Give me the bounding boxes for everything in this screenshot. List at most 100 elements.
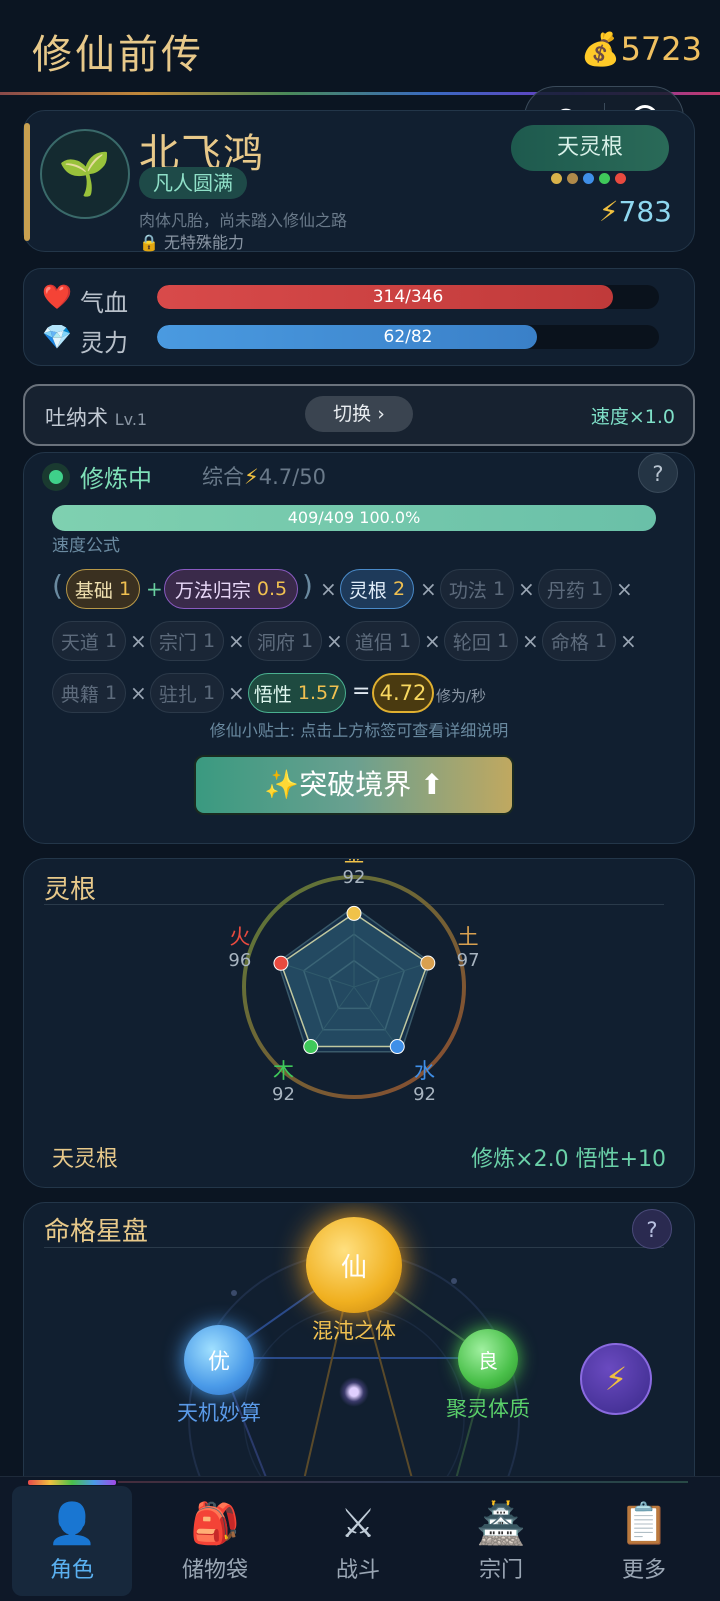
term-mingge[interactable]: 命格 1 xyxy=(542,621,616,661)
technique-title: 吐纳术 xyxy=(45,406,108,430)
formula-times: × xyxy=(320,577,337,601)
term-wanfa[interactable]: 万法归宗 0.5 xyxy=(164,569,298,609)
nav-sect-label: 宗门 xyxy=(478,1558,523,1583)
term-daolv[interactable]: 道侣 1 xyxy=(346,621,420,661)
nav-storage-label: 储物袋 xyxy=(181,1558,248,1583)
cultivation-progress-bar: 409/409 100.0% xyxy=(52,505,656,531)
coin-display: 💰5723 xyxy=(581,30,702,68)
lightning-icon: ⚡ xyxy=(244,465,259,489)
term-linggen[interactable]: 灵根 2 xyxy=(340,569,414,609)
destiny-node-xian-label: 混沌之体 xyxy=(312,1319,396,1343)
spirit-root-type: 天灵根 xyxy=(52,1147,119,1172)
profile-description: 肉体凡胎，尚未踏入修仙之路 xyxy=(139,211,348,230)
you-glyph: 优 xyxy=(207,1350,230,1375)
term-tiandao[interactable]: 天道 1 xyxy=(52,621,126,661)
status-indicator xyxy=(42,463,70,491)
term-wuxing[interactable]: 悟性 1.57 xyxy=(248,673,346,713)
term-danyao[interactable]: 丹药 1 xyxy=(538,569,612,609)
hp-bar: 314/346 xyxy=(157,285,659,309)
radar-element-value: 97 xyxy=(457,950,480,971)
technique-switch-button[interactable]: 切换 › xyxy=(305,396,413,432)
radar-element-label: 水 xyxy=(414,1059,435,1083)
radar-element-value: 92 xyxy=(343,867,366,888)
avatar[interactable]: 🌱 xyxy=(40,129,130,219)
lightning-icon: ⚡ xyxy=(598,195,619,228)
destiny-node-liang[interactable]: 良 xyxy=(458,1329,518,1389)
radar-element-label: 金 xyxy=(344,859,365,866)
money-bag-icon: 💰 xyxy=(580,30,621,68)
backpack-icon: 🎒 xyxy=(190,1501,240,1547)
center-star xyxy=(339,1377,369,1407)
mp-label: 灵力 xyxy=(80,329,128,357)
castle-icon: 🏯 xyxy=(476,1501,526,1547)
crossed-swords-icon: ⚔ xyxy=(340,1501,376,1547)
clipboard-icon: 📋 xyxy=(619,1501,669,1547)
nav-character[interactable]: 👤 角色 xyxy=(12,1486,132,1596)
user-icon: 👤 xyxy=(47,1501,97,1547)
term-zongmen[interactable]: 宗门 1 xyxy=(150,621,224,661)
formula-times: × xyxy=(326,629,343,653)
cultivation-help-button[interactable]: ? xyxy=(638,453,678,493)
nav-character-label: 角色 xyxy=(49,1558,94,1583)
formula-open-paren: ( xyxy=(52,569,63,602)
radar-element-label: 土 xyxy=(458,925,479,949)
root-dot xyxy=(599,173,610,184)
hp-text: 314/346 xyxy=(372,287,444,307)
destiny-node-liang-label: 聚灵体质 xyxy=(446,1397,530,1421)
root-element-dots xyxy=(551,173,626,185)
nav-battle[interactable]: ⚔ 战斗 xyxy=(298,1486,418,1596)
formula-close-paren: ) xyxy=(302,569,313,602)
formula-times: × xyxy=(522,629,539,653)
ability-line: 🔒 无特殊能力 xyxy=(139,229,244,253)
app-title: 修仙前传 xyxy=(32,32,204,78)
sprout-icon: 🌱 xyxy=(58,149,112,198)
spirit-root-badge[interactable]: 天灵根 xyxy=(511,125,669,171)
radar-point-2 xyxy=(389,1039,405,1055)
realm-badge[interactable]: 凡人圆满 xyxy=(139,167,247,199)
term-dongfu[interactable]: 洞府 1 xyxy=(248,621,322,661)
power-value: 783 xyxy=(618,195,672,228)
profile-accent-bar xyxy=(24,123,30,241)
radar-element-value: 96 xyxy=(228,950,251,971)
formula-times: × xyxy=(130,681,147,705)
formula-times: × xyxy=(620,629,637,653)
hp-label: 气血 xyxy=(80,289,128,317)
radar-element-label: 火 xyxy=(229,925,250,949)
spirit-root-radar: 金92土97水92木92火96 xyxy=(228,859,480,1105)
formula-times: × xyxy=(518,577,535,601)
term-dianji[interactable]: 典籍 1 xyxy=(52,673,126,713)
formula-result[interactable]: 4.72 xyxy=(372,673,434,713)
nav-more[interactable]: 📋 更多 xyxy=(584,1486,704,1596)
breakthrough-button[interactable]: ✨突破境界 ⬆ xyxy=(196,757,512,813)
formula-times: × xyxy=(130,629,147,653)
term-base[interactable]: 基础 1 xyxy=(66,569,140,609)
radar-element-value: 92 xyxy=(413,1084,436,1105)
nav-storage[interactable]: 🎒 储物袋 xyxy=(155,1486,275,1596)
destiny-card: 命格星盘 ? 仙 混沌之体 优 天机妙算 良 聚灵体质 ⚡ xyxy=(23,1202,695,1522)
radar-point-0 xyxy=(346,905,362,921)
destiny-node-you[interactable]: 优 xyxy=(184,1325,254,1395)
term-lunhui[interactable]: 轮回 1 xyxy=(444,621,518,661)
profile-card: 🌱 北飞鸿 凡人圆满 肉体凡胎，尚未踏入修仙之路 🔒 无特殊能力 天灵根 ⚡78… xyxy=(23,110,695,252)
radar-point-1 xyxy=(420,955,436,971)
term-zhuzha[interactable]: 驻扎 1 xyxy=(150,673,224,713)
radar-point-4 xyxy=(273,955,289,971)
mp-text: 62/82 xyxy=(383,327,433,347)
technique-speed: 速度×1.0 xyxy=(590,406,675,428)
diamond-icon: 💎 xyxy=(42,323,72,351)
cultivation-summary: 综合⚡4.7/50 xyxy=(202,461,326,491)
nav-sect[interactable]: 🏯 宗门 xyxy=(441,1486,561,1596)
formula-equals: = xyxy=(352,679,371,704)
spirit-root-bonus: 修炼×2.0 悟性+10 xyxy=(471,1147,666,1172)
destiny-node-xian[interactable]: 仙 xyxy=(306,1217,402,1313)
destiny-action-button[interactable]: ⚡ xyxy=(580,1343,652,1415)
destiny-node-you-label: 天机妙算 xyxy=(177,1401,261,1425)
technique-bar: 吐纳术 Lv.1 切换 › 速度×1.0 xyxy=(23,384,695,446)
formula-times: × xyxy=(616,577,633,601)
formula-times: × xyxy=(420,577,437,601)
cultivation-tip: 修仙小贴士: 点击上方标签可查看详细说明 xyxy=(209,721,509,740)
root-dot xyxy=(583,173,594,184)
formula-label: 速度公式 xyxy=(52,536,120,556)
term-gongfa[interactable]: 功法 1 xyxy=(440,569,514,609)
formula-times: × xyxy=(228,629,245,653)
